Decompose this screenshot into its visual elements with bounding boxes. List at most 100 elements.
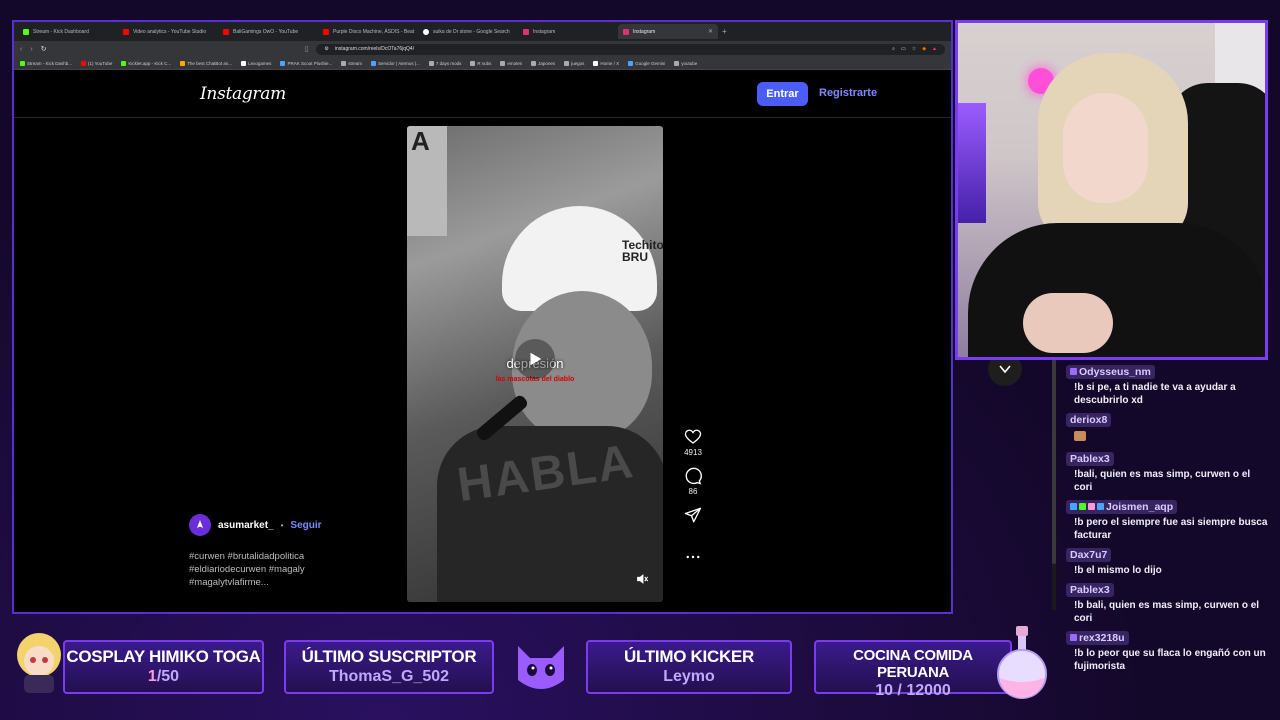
- chat-username[interactable]: rex3218u: [1066, 630, 1129, 645]
- hashtag-line[interactable]: #magalytvlafirme...: [189, 576, 409, 589]
- tab-instagram-active[interactable]: Instagram ✕: [618, 24, 718, 39]
- follow-button[interactable]: Seguir: [290, 520, 321, 531]
- himiko-mascot-icon: [17, 633, 61, 693]
- close-tab-icon[interactable]: ✕: [708, 28, 713, 35]
- chat-username-text: Pablex3: [1070, 584, 1110, 596]
- hashtag-line[interactable]: #eldiariodecurwen #magaly: [189, 563, 409, 576]
- chat-text: !b si pe, a ti nadie te va a ayudar a de…: [1074, 382, 1236, 406]
- bookmark-item[interactable]: Japones: [531, 60, 555, 66]
- tab-youtube-music[interactable]: Purple Disco Machine, ÁSDIS - Beat: [318, 24, 418, 39]
- chat-message: rex3218u !b lo peor que su flaca lo engañ…: [1066, 628, 1268, 673]
- bookmark-label: R subs: [477, 60, 492, 66]
- signup-link[interactable]: Registrarte: [819, 87, 877, 99]
- stream-overlay: Stream - Kick Dashboard Video analytics …: [0, 0, 1280, 720]
- forward-icon[interactable]: ›: [30, 46, 32, 53]
- bookmark-item[interactable]: PRAK Scout Plushie...: [280, 60, 333, 66]
- browser-toolbar: ‹ › ↻ ▯ ⚙ instagram.com/reels/DcOTa76jqQ…: [14, 41, 951, 57]
- bookmark-item[interactable]: stream: [341, 60, 362, 66]
- tab-google-search[interactable]: suika de Dr stone - Google Search: [418, 24, 518, 39]
- chat-message: Pablex3 !bali, quien es mas simp, curwen …: [1066, 449, 1268, 494]
- chat-username-text: Joismen_aqp: [1106, 500, 1174, 513]
- bookmark-item[interactable]: Lexogames: [241, 60, 271, 66]
- more-options-icon[interactable]: [684, 548, 702, 566]
- bookmark-item[interactable]: Home / X: [593, 60, 619, 66]
- bookmark-item[interactable]: youtube: [674, 60, 697, 66]
- tab-instagram[interactable]: Instagram: [518, 24, 618, 39]
- zoom-icon[interactable]: ⌕: [892, 46, 895, 52]
- brave-shield-icon[interactable]: ◆: [922, 46, 926, 52]
- webcam-streamer-hands: [1023, 293, 1113, 353]
- bookmark-item[interactable]: Google Gemini: [628, 60, 666, 66]
- goal-total: /50: [156, 668, 180, 685]
- chat-username[interactable]: Joismen_aqp: [1066, 499, 1178, 514]
- site-info-icon[interactable]: ⚙: [324, 46, 328, 52]
- new-tab-icon[interactable]: +: [722, 27, 727, 36]
- instagram-header: Instagram Entrar Registrarte: [14, 70, 951, 118]
- bookmark-label: juegos: [571, 60, 585, 66]
- tab-youtube-studio[interactable]: Video analytics - YouTube Studio: [118, 24, 218, 39]
- chat-badge-icon: [1079, 503, 1086, 510]
- chat-username[interactable]: Pablex3: [1066, 583, 1114, 597]
- cooking-title: COCINA COMIDA PERUANA: [853, 647, 973, 681]
- chat-username[interactable]: Pablex3: [1066, 452, 1114, 466]
- play-button[interactable]: [515, 339, 555, 379]
- chat-username[interactable]: Odysseus_nm: [1066, 364, 1155, 379]
- bookmark-item[interactable]: Servidor | Aternos |...: [370, 60, 420, 66]
- bookmark-item[interactable]: juegos: [564, 60, 585, 66]
- kicker-name: Leymo: [663, 668, 715, 685]
- bookmark-favicon-icon: [428, 60, 434, 66]
- chat-username[interactable]: deriox8: [1066, 413, 1112, 427]
- video-background-sign: A: [407, 126, 447, 236]
- bookmark-favicon-icon: [180, 60, 186, 66]
- bookmark-item[interactable]: 7 days mods: [428, 60, 461, 66]
- cat-mascot-icon: [518, 646, 564, 689]
- bookmarks-bar: Stream - Kick Dashb... (1) YouTube Kicklet…: [14, 57, 951, 70]
- chat-badge-icon: [1070, 368, 1077, 375]
- tab-youtube-channel[interactable]: BaliGamings OwO - YouTube: [218, 24, 318, 39]
- rocket-icon: [197, 520, 203, 528]
- url-text: instagram.com/reels/DcOTa76jqQ4/: [334, 46, 415, 52]
- author-username[interactable]: asumarket_: [218, 520, 274, 531]
- bookmark-item[interactable]: Stream - Kick Dashb...: [20, 60, 72, 66]
- chat-username-text: Odysseus_nm: [1079, 365, 1151, 378]
- bookmark-label: PRAK Scout Plushie...: [287, 60, 333, 66]
- address-bar[interactable]: ⚙ instagram.com/reels/DcOTa76jqQ4/ ⌕ ▭ ☆…: [316, 43, 945, 55]
- bookmark-item[interactable]: emotes: [500, 60, 522, 66]
- bookmark-item[interactable]: The best ChatBot an...: [180, 60, 232, 66]
- mute-icon[interactable]: [635, 572, 649, 586]
- webcam-led-light: [958, 103, 986, 223]
- chat-message: Odysseus_nm !b si pe, a ti nadie te va a …: [1066, 362, 1268, 407]
- avatar[interactable]: [189, 514, 211, 536]
- login-button[interactable]: Entrar: [757, 82, 808, 106]
- reel-actions: 4913 86: [680, 428, 706, 566]
- chat-username[interactable]: Dax7u7: [1066, 548, 1112, 562]
- heart-icon[interactable]: [684, 428, 702, 446]
- bookmark-item[interactable]: Kicklet.app - Kick C...: [121, 60, 171, 66]
- chat-username-text: deriox8: [1070, 414, 1108, 426]
- bookmark-label: Google Gemini: [635, 60, 666, 66]
- back-icon[interactable]: ‹: [20, 46, 22, 53]
- bookmark-favicon-icon: [20, 60, 25, 66]
- bookmark-star-icon[interactable]: ▯: [305, 45, 309, 53]
- star-icon[interactable]: ☆: [912, 46, 916, 52]
- hashtag-line[interactable]: #curwen #brutalidadpolitica: [189, 550, 409, 563]
- tab-kick-dashboard[interactable]: Stream - Kick Dashboard: [18, 24, 118, 39]
- reload-icon[interactable]: ↻: [41, 45, 47, 53]
- cast-icon[interactable]: ▭: [901, 46, 906, 52]
- bookmark-favicon-icon: [628, 60, 634, 66]
- comment-icon[interactable]: [684, 467, 702, 485]
- chat-text: !b bali, quien es mas simp, curwen o el …: [1074, 600, 1260, 624]
- bookmark-item[interactable]: (1) YouTube: [81, 60, 113, 66]
- instagram-logo[interactable]: Instagram: [200, 84, 286, 104]
- post-author-row: asumarket_ • Seguir: [189, 514, 409, 536]
- bookmark-item[interactable]: R subs: [470, 60, 492, 66]
- goal-current: 1: [147, 668, 157, 685]
- bookmark-label: (1) YouTube: [88, 60, 113, 66]
- reel-video[interactable]: A Techito BRU HABLA depresión las mascot…: [407, 126, 663, 602]
- goal-panel-cosplay: COSPLAY HIMIKO TOGA 1/50: [63, 640, 264, 694]
- chat-message: Dax7u7 !b el mismo lo dijo: [1066, 545, 1268, 577]
- rewards-icon[interactable]: ▲: [932, 46, 937, 52]
- chat-emote-row: [1066, 428, 1268, 446]
- like-count: 4913: [684, 448, 702, 457]
- share-icon[interactable]: [684, 506, 702, 524]
